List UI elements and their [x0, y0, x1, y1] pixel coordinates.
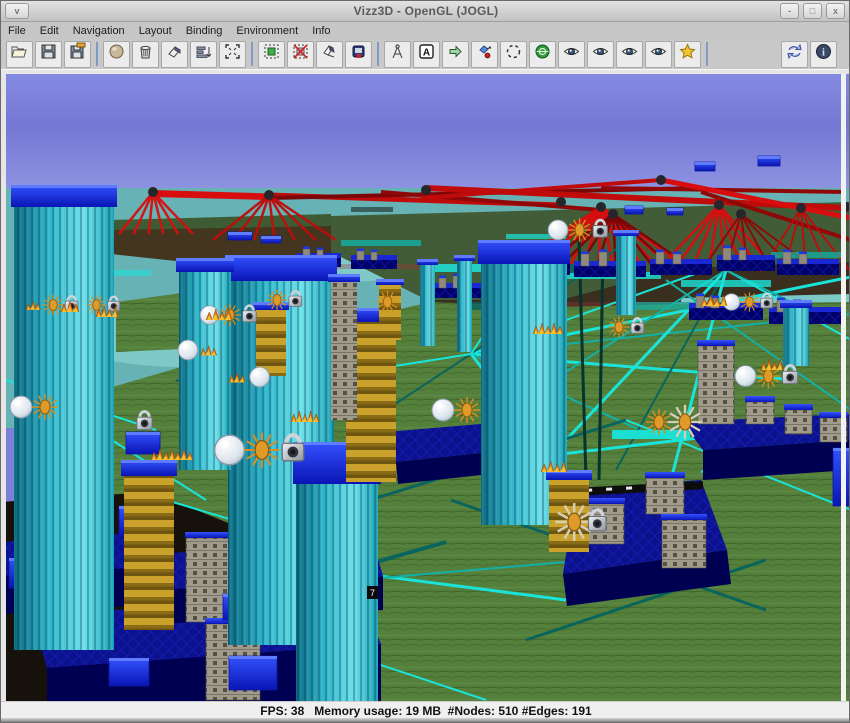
svg-text:i: i: [822, 48, 825, 59]
sync-refresh-button[interactable]: [781, 41, 808, 68]
trash-button[interactable]: [132, 41, 159, 68]
visibility-eye-4-icon: [649, 42, 668, 66]
app-window: v Vizz3D - OpenGL (JOGL) - □ x FileEditN…: [0, 0, 850, 723]
favorite-star-icon: [678, 42, 697, 66]
visibility-eye-1-button[interactable]: [558, 41, 585, 68]
svg-text:7: 7: [370, 588, 375, 598]
forward-arrow-button[interactable]: [442, 41, 469, 68]
wipe-node-icon: [320, 42, 339, 66]
toolbar-separator: [96, 42, 98, 66]
lasso-select-button[interactable]: [500, 41, 527, 68]
menu-navigation[interactable]: Navigation: [66, 24, 132, 38]
status-text: FPS: 38 Memory usage: 19 MB #Nodes: 510 …: [260, 704, 591, 718]
window-bottom-edge: [1, 718, 850, 723]
status-bar: FPS: 38 Memory usage: 19 MB #Nodes: 510 …: [1, 701, 850, 719]
menu-binding[interactable]: Binding: [179, 24, 230, 38]
toolbar-separator: [706, 42, 708, 66]
opengl-viewport[interactable]: 7: [6, 74, 850, 702]
move-node-icon: [475, 42, 494, 66]
info-icon: i: [814, 42, 833, 66]
title-bar[interactable]: v Vizz3D - OpenGL (JOGL) - □ x: [1, 1, 850, 22]
save-as-icon: [68, 42, 87, 66]
favorite-star-button[interactable]: [674, 41, 701, 68]
label-a-icon: A: [417, 42, 436, 66]
label-a-button[interactable]: A: [413, 41, 440, 68]
menu-info[interactable]: Info: [305, 24, 337, 38]
menu-environment[interactable]: Environment: [229, 24, 305, 38]
move-node-button[interactable]: [471, 41, 498, 68]
compass-tool-icon: [388, 42, 407, 66]
menu-layout[interactable]: Layout: [132, 24, 179, 38]
trash-icon: [136, 42, 155, 66]
forward-arrow-icon: [446, 42, 465, 66]
maximize-button[interactable]: □: [803, 3, 822, 19]
add-node-button[interactable]: [258, 41, 285, 68]
svg-text:A: A: [423, 47, 430, 58]
menu-bar: FileEditNavigationLayoutBindingEnvironme…: [1, 22, 850, 39]
toolbar-separator: [377, 42, 379, 66]
add-node-icon: [262, 42, 281, 66]
sort-layers-icon: [194, 42, 213, 66]
fit-view-icon: [223, 42, 242, 66]
minimize-button[interactable]: -: [780, 3, 799, 19]
save-button[interactable]: [35, 41, 62, 68]
wipe-node-button[interactable]: [316, 41, 343, 68]
lasso-select-icon: [504, 42, 523, 66]
visibility-eye-4-button[interactable]: [645, 41, 672, 68]
visibility-eye-2-icon: [591, 42, 610, 66]
open-folder-button[interactable]: [6, 41, 33, 68]
fit-view-button[interactable]: [219, 41, 246, 68]
sphere-node-icon: [107, 42, 126, 66]
sync-refresh-icon: [785, 42, 804, 66]
notebook-icon: [349, 42, 368, 66]
sort-layers-button[interactable]: [190, 41, 217, 68]
notebook-button[interactable]: [345, 41, 372, 68]
info-button[interactable]: i: [810, 41, 837, 68]
visibility-eye-2-button[interactable]: [587, 41, 614, 68]
globe-refresh-button[interactable]: [529, 41, 556, 68]
window-title: Vizz3D - OpenGL (JOGL): [1, 4, 850, 18]
menu-file[interactable]: File: [1, 24, 33, 38]
save-as-button[interactable]: [64, 41, 91, 68]
save-icon: [39, 42, 58, 66]
compass-tool-button[interactable]: [384, 41, 411, 68]
menu-edit[interactable]: Edit: [33, 24, 66, 38]
eraser-icon: [165, 42, 184, 66]
scene-3d-viewport[interactable]: 7: [6, 74, 850, 702]
toolbar-separator: [251, 42, 253, 66]
toolbar: Ai: [1, 39, 850, 69]
remove-node-icon: [291, 42, 310, 66]
globe-refresh-icon: [533, 42, 552, 66]
remove-node-button[interactable]: [287, 41, 314, 68]
open-folder-icon: [10, 42, 29, 66]
close-button[interactable]: x: [826, 3, 845, 19]
visibility-eye-3-button[interactable]: [616, 41, 643, 68]
visibility-eye-1-icon: [562, 42, 581, 66]
eraser-button[interactable]: [161, 41, 188, 68]
viewport-frame: 7: [1, 69, 850, 702]
sphere-node-button[interactable]: [103, 41, 130, 68]
visibility-eye-3-icon: [620, 42, 639, 66]
right-window-edge-line: [841, 74, 846, 702]
